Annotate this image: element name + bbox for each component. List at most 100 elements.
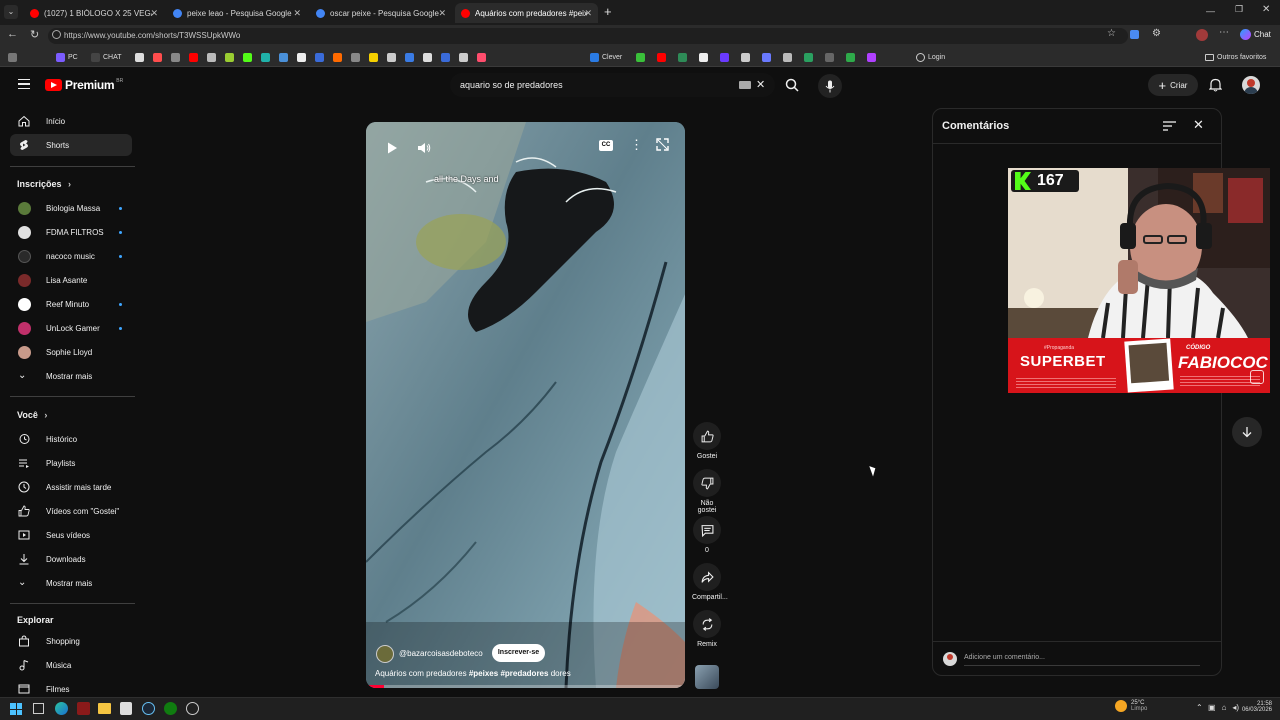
bookmark-icons-strip [135, 52, 585, 62]
sidebar-item-downloads[interactable]: Downloads [10, 548, 132, 570]
subscriptions-header[interactable]: Inscrições › [17, 179, 71, 189]
copilot-chat-button[interactable]: Chat [1240, 29, 1271, 40]
notifications-bell-icon[interactable] [1209, 78, 1222, 92]
tab-close-icon[interactable]: ✕ [438, 8, 446, 19]
sidebar-item-subscription[interactable]: Lisa Asante [10, 269, 132, 291]
hamburger-menu-icon[interactable] [18, 79, 30, 89]
taskbar-steam-icon[interactable] [142, 702, 155, 715]
tray-chevron-icon[interactable]: ⌃ [1196, 703, 1203, 712]
sidebar-item-liked-videos[interactable]: Vídeos com "Gostei" [10, 500, 132, 522]
more-menu-icon[interactable]: ⋯ [1219, 27, 1229, 38]
progress-bar[interactable] [366, 685, 685, 688]
hashtag-link[interactable]: #predadores [500, 669, 548, 678]
clock[interactable]: 21:58 06/03/2026 [1240, 701, 1272, 713]
comments-button[interactable]: 0 [692, 516, 722, 554]
minimize-button[interactable]: — [1206, 6, 1215, 16]
sort-comments-icon[interactable] [1163, 121, 1176, 131]
microphone-icon [825, 80, 835, 92]
taskbar-xbox-icon[interactable] [164, 702, 177, 715]
search-value: aquario so de predadores [460, 80, 563, 90]
subscribe-button[interactable]: Inscrever-se [492, 644, 545, 662]
taskbar-edge-icon[interactable] [55, 702, 68, 715]
share-button[interactable]: Compartil... [692, 563, 728, 601]
extension-icon[interactable] [1130, 30, 1139, 39]
dislike-button[interactable]: Não gostei [692, 469, 722, 514]
create-button[interactable]: + Criar [1148, 74, 1198, 96]
voice-search-button[interactable] [818, 74, 842, 98]
extensions-icon[interactable]: ⚙ [1152, 28, 1161, 39]
account-avatar[interactable] [1242, 76, 1260, 94]
remix-button[interactable]: Remix [692, 610, 722, 648]
sidebar-item-subscription[interactable]: UnLock Gamer [10, 317, 132, 339]
browser-tab[interactable]: (1027) 1 BIÓLOGO X 25 VEGANOS ✕ [24, 3, 164, 23]
sidebar-item-subscription[interactable]: FDMA FILTROS [10, 221, 132, 243]
bookmark-login[interactable]: Login [916, 52, 945, 62]
short-title-text: Aquários com predadores [375, 669, 467, 678]
taskbar-explorer-icon[interactable] [98, 703, 111, 714]
sidebar-item-your-videos[interactable]: Seus vídeos [10, 524, 132, 546]
sidebar-item-subscription[interactable]: nacoco music [10, 245, 132, 267]
sidebar-item-watch-later[interactable]: Assistir mais tarde [10, 476, 132, 498]
site-info-icon[interactable] [52, 30, 61, 39]
maximize-button[interactable]: ❐ [1235, 4, 1243, 15]
sidebar-show-more[interactable]: ⌄ Mostrar mais [10, 572, 132, 594]
sidebar-show-more[interactable]: ⌄ Mostrar mais [10, 365, 132, 387]
tab-close-icon[interactable]: ✕ [150, 8, 158, 19]
bookmark-clever[interactable]: Clever [590, 52, 622, 62]
other-favorites-folder[interactable]: Outros favoritos [1205, 52, 1266, 62]
sidebar-item-shopping[interactable]: Shopping [10, 630, 132, 652]
you-header[interactable]: Você › [17, 410, 47, 420]
taskbar-app-icon[interactable] [186, 702, 199, 715]
search-button[interactable] [775, 73, 809, 97]
browser-tab-active[interactable]: Aquários com predadores #peixes ✕ [455, 3, 598, 23]
window-close-button[interactable]: ✕ [1262, 4, 1270, 15]
sidebar-item-playlists[interactable]: Playlists [10, 452, 132, 474]
fullscreen-icon[interactable] [656, 138, 669, 151]
new-tab-button[interactable]: + [604, 4, 612, 19]
channel-name[interactable]: @bazarcoisasdeboteco [399, 649, 483, 658]
bookmark-apps-icon[interactable] [8, 52, 17, 62]
play-button[interactable] [382, 138, 402, 158]
keyboard-icon[interactable] [739, 81, 751, 89]
tab-close-icon[interactable]: ✕ [584, 8, 592, 19]
taskbar-store-icon[interactable] [120, 702, 132, 715]
sidebar-item-subscription[interactable]: Sophie Lloyd [10, 341, 132, 363]
like-button[interactable]: Gostei [692, 422, 722, 460]
short-video-player[interactable]: CC ⋮ all the Days and @bazarcoisasdebote… [366, 122, 685, 688]
reload-icon[interactable]: ↻ [30, 28, 39, 41]
sidebar-item-subscription[interactable]: Reef Minuto [10, 293, 132, 315]
sidebar-item-shorts[interactable]: Shorts [10, 134, 132, 156]
bookmark-chat[interactable]: CHAT [91, 52, 122, 62]
profile-avatar[interactable] [1196, 29, 1208, 41]
tab-actions-icon[interactable]: ⌄ [4, 5, 18, 19]
volume-button[interactable] [414, 138, 434, 158]
search-input[interactable]: aquario so de predadores [450, 73, 775, 97]
sidebar-item-home[interactable]: Início [10, 110, 132, 132]
browser-tab[interactable]: oscar peixe - Pesquisa Google ✕ [310, 3, 452, 23]
sound-thumbnail[interactable] [695, 665, 719, 689]
sidebar-item-history[interactable]: Histórico [10, 428, 132, 450]
sidebar-item-label: Seus vídeos [46, 530, 91, 540]
next-short-button[interactable] [1232, 417, 1262, 447]
tab-close-icon[interactable]: ✕ [293, 8, 301, 19]
more-options-icon[interactable]: ⋮ [630, 137, 643, 153]
youtube-logo[interactable]: Premium BR [45, 78, 123, 92]
weather-widget[interactable]: 25°C Limpo [1115, 700, 1147, 712]
close-comments-icon[interactable]: ✕ [1193, 117, 1204, 133]
bookmark-pc[interactable]: PC [56, 52, 78, 62]
start-button[interactable] [10, 703, 22, 715]
taskbar-app-icon[interactable] [77, 702, 90, 715]
browser-tab[interactable]: peixe leao - Pesquisa Google ✕ [167, 3, 307, 23]
tray-icons[interactable]: ▣ ⌂ ◂) [1208, 703, 1239, 712]
sidebar-item-music[interactable]: Música [10, 654, 132, 676]
add-comment-input[interactable]: Adicione um comentário... [964, 654, 1200, 666]
clear-search-icon[interactable]: ✕ [756, 78, 765, 91]
back-icon[interactable]: ← [7, 28, 18, 40]
address-bar[interactable]: https://www.youtube.com/shorts/T3WSSUpkW… [48, 28, 1128, 44]
task-view-icon[interactable] [33, 703, 44, 714]
sidebar-item-subscription[interactable]: Biologia Massa [10, 197, 132, 219]
favorite-star-icon[interactable]: ☆ [1107, 28, 1116, 39]
hashtag-link[interactable]: #peixes [469, 669, 498, 678]
channel-avatar[interactable] [376, 645, 394, 663]
captions-button[interactable]: CC [599, 140, 613, 151]
